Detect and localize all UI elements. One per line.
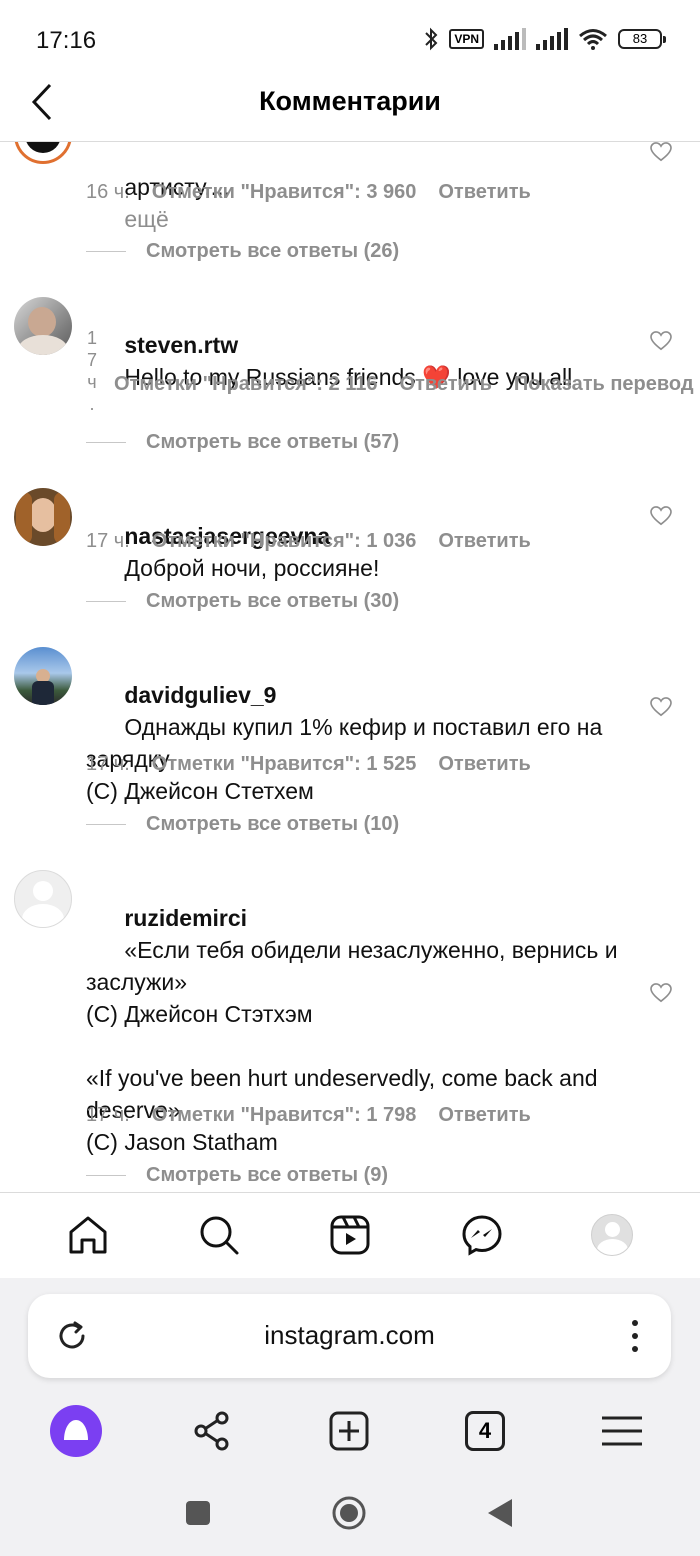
comment-username[interactable]: steven.rtw bbox=[124, 332, 238, 358]
browser-chrome: instagram.com 4 bbox=[0, 1278, 700, 1556]
view-replies-label: Смотреть все ответы (30) bbox=[146, 590, 400, 612]
alice-icon bbox=[50, 1405, 102, 1457]
heart-icon[interactable] bbox=[650, 983, 672, 1003]
bluetooth-icon bbox=[425, 27, 438, 51]
more-vert-icon[interactable] bbox=[629, 1318, 641, 1354]
reels-icon bbox=[330, 1215, 370, 1255]
status-icons: VPN 83 bbox=[423, 26, 666, 52]
add-tab-icon bbox=[329, 1411, 369, 1451]
browser-menu-button[interactable] bbox=[594, 1406, 650, 1456]
vpn-badge: VPN bbox=[449, 29, 484, 49]
comment-meta: 16 ч. Отметки "Нравится": 3 960 Ответить bbox=[86, 181, 531, 204]
likes-count[interactable]: Отметки "Нравится": 1 036 bbox=[152, 530, 417, 553]
address-bar[interactable]: instagram.com bbox=[28, 1294, 671, 1378]
nav-profile[interactable] bbox=[590, 1213, 634, 1257]
page-header: Комментарии bbox=[0, 80, 700, 142]
nav-home[interactable] bbox=[66, 1213, 110, 1257]
view-replies-label: Смотреть все ответы (26) bbox=[146, 240, 400, 262]
view-replies-button[interactable]: Смотреть все ответы (30) bbox=[86, 590, 399, 613]
wifi-icon bbox=[579, 29, 607, 50]
status-bar: 17:16 VPN 83 bbox=[0, 0, 700, 80]
hamburger-menu-icon bbox=[602, 1416, 642, 1446]
nav-search[interactable] bbox=[197, 1213, 241, 1257]
signal-icon bbox=[536, 28, 568, 50]
heart-icon[interactable] bbox=[650, 697, 672, 717]
comment-time: 1 7 ч . bbox=[86, 328, 97, 414]
heart-icon[interactable] bbox=[650, 331, 672, 351]
divider bbox=[86, 824, 126, 825]
likes-count[interactable]: Отметки "Нравится": 1 525 bbox=[152, 753, 417, 776]
share-icon bbox=[194, 1411, 229, 1451]
reply-button[interactable]: Ответить bbox=[438, 181, 530, 204]
divider bbox=[86, 601, 126, 602]
page-title: Комментарии bbox=[259, 86, 441, 116]
view-replies-button[interactable]: Смотреть все ответы (9) bbox=[86, 1164, 388, 1187]
status-time: 17:16 bbox=[36, 27, 97, 54]
view-replies-button[interactable]: Смотреть все ответы (10) bbox=[86, 813, 399, 836]
comment-text: Доброй ночи, россияне! bbox=[124, 555, 380, 581]
share-button[interactable] bbox=[184, 1406, 240, 1456]
comment-time: 17 ч. bbox=[86, 1104, 130, 1126]
likes-count[interactable]: Отметки "Нравится": 1 798 bbox=[152, 1104, 417, 1127]
comment-username[interactable]: davidguliev_9 bbox=[124, 682, 276, 708]
comment-meta: 17 ч. Отметки "Нравится": 1 798 Ответить bbox=[86, 1104, 531, 1127]
triangle-back-icon bbox=[488, 1499, 512, 1527]
comment-time: 16 ч. bbox=[86, 181, 130, 203]
signal-icon bbox=[494, 28, 526, 50]
avatar[interactable] bbox=[14, 870, 72, 928]
avatar[interactable] bbox=[14, 488, 72, 546]
divider bbox=[86, 1175, 126, 1176]
view-replies-label: Смотреть все ответы (9) bbox=[146, 1164, 389, 1186]
home-icon bbox=[69, 1216, 107, 1254]
comment-meta: 17 ч. Отметки "Нравится": 1 036 Ответить bbox=[86, 530, 531, 553]
instagram-bottom-nav bbox=[0, 1192, 700, 1278]
back-system-button[interactable] bbox=[480, 1493, 520, 1533]
circle-icon bbox=[332, 1496, 366, 1530]
view-replies-label: Смотреть все ответы (10) bbox=[146, 813, 400, 835]
tabs-count: 4 bbox=[465, 1411, 505, 1451]
translate-button[interactable]: Показать перевод bbox=[514, 373, 694, 396]
nav-messenger[interactable] bbox=[460, 1213, 504, 1257]
reply-button[interactable]: Ответить bbox=[400, 373, 492, 396]
comment-time: 17 ч. bbox=[86, 530, 130, 552]
comment-meta: Отметки "Нравится": 2 116 Ответить Показ… bbox=[114, 373, 694, 396]
reply-button[interactable]: Ответить bbox=[438, 1104, 530, 1127]
view-replies-button[interactable]: Смотреть все ответы (57) bbox=[86, 431, 399, 454]
nav-reels[interactable] bbox=[328, 1213, 372, 1257]
heart-icon[interactable] bbox=[650, 142, 672, 162]
divider bbox=[86, 251, 126, 252]
profile-avatar bbox=[591, 1214, 633, 1256]
divider bbox=[86, 442, 126, 443]
view-replies-label: Смотреть все ответы (57) bbox=[146, 431, 400, 453]
avatar[interactable] bbox=[14, 647, 72, 705]
comment-username[interactable]: ruzidemirci bbox=[124, 905, 247, 931]
likes-count[interactable]: Отметки "Нравится": 2 116 bbox=[114, 373, 378, 396]
avatar[interactable] bbox=[14, 297, 72, 355]
messenger-icon bbox=[462, 1215, 502, 1256]
square-icon bbox=[186, 1501, 210, 1525]
recents-button[interactable] bbox=[178, 1493, 218, 1533]
reply-button[interactable]: Ответить bbox=[438, 753, 530, 776]
comment-time: 17 ч. bbox=[86, 753, 130, 775]
new-tab-button[interactable] bbox=[321, 1406, 377, 1456]
likes-count[interactable]: Отметки "Нравится": 3 960 bbox=[152, 181, 417, 204]
url-text[interactable]: instagram.com bbox=[28, 1320, 671, 1351]
avatar[interactable] bbox=[14, 142, 72, 164]
heart-icon[interactable] bbox=[650, 506, 672, 526]
search-icon bbox=[200, 1216, 239, 1255]
comment-meta: 17 ч. Отметки "Нравится": 1 525 Ответить bbox=[86, 753, 531, 776]
home-system-button[interactable] bbox=[329, 1493, 369, 1533]
more-link[interactable]: ещё bbox=[124, 206, 169, 232]
comments-list[interactable]: артисту,... ещё 16 ч. Отметки "Нравится"… bbox=[0, 142, 700, 1192]
reply-button[interactable]: Ответить bbox=[438, 530, 530, 553]
alice-assistant-button[interactable] bbox=[48, 1405, 104, 1457]
view-replies-button[interactable]: Смотреть все ответы (26) bbox=[86, 240, 399, 263]
battery-indicator: 83 bbox=[618, 29, 666, 49]
tabs-button[interactable]: 4 bbox=[457, 1406, 513, 1456]
